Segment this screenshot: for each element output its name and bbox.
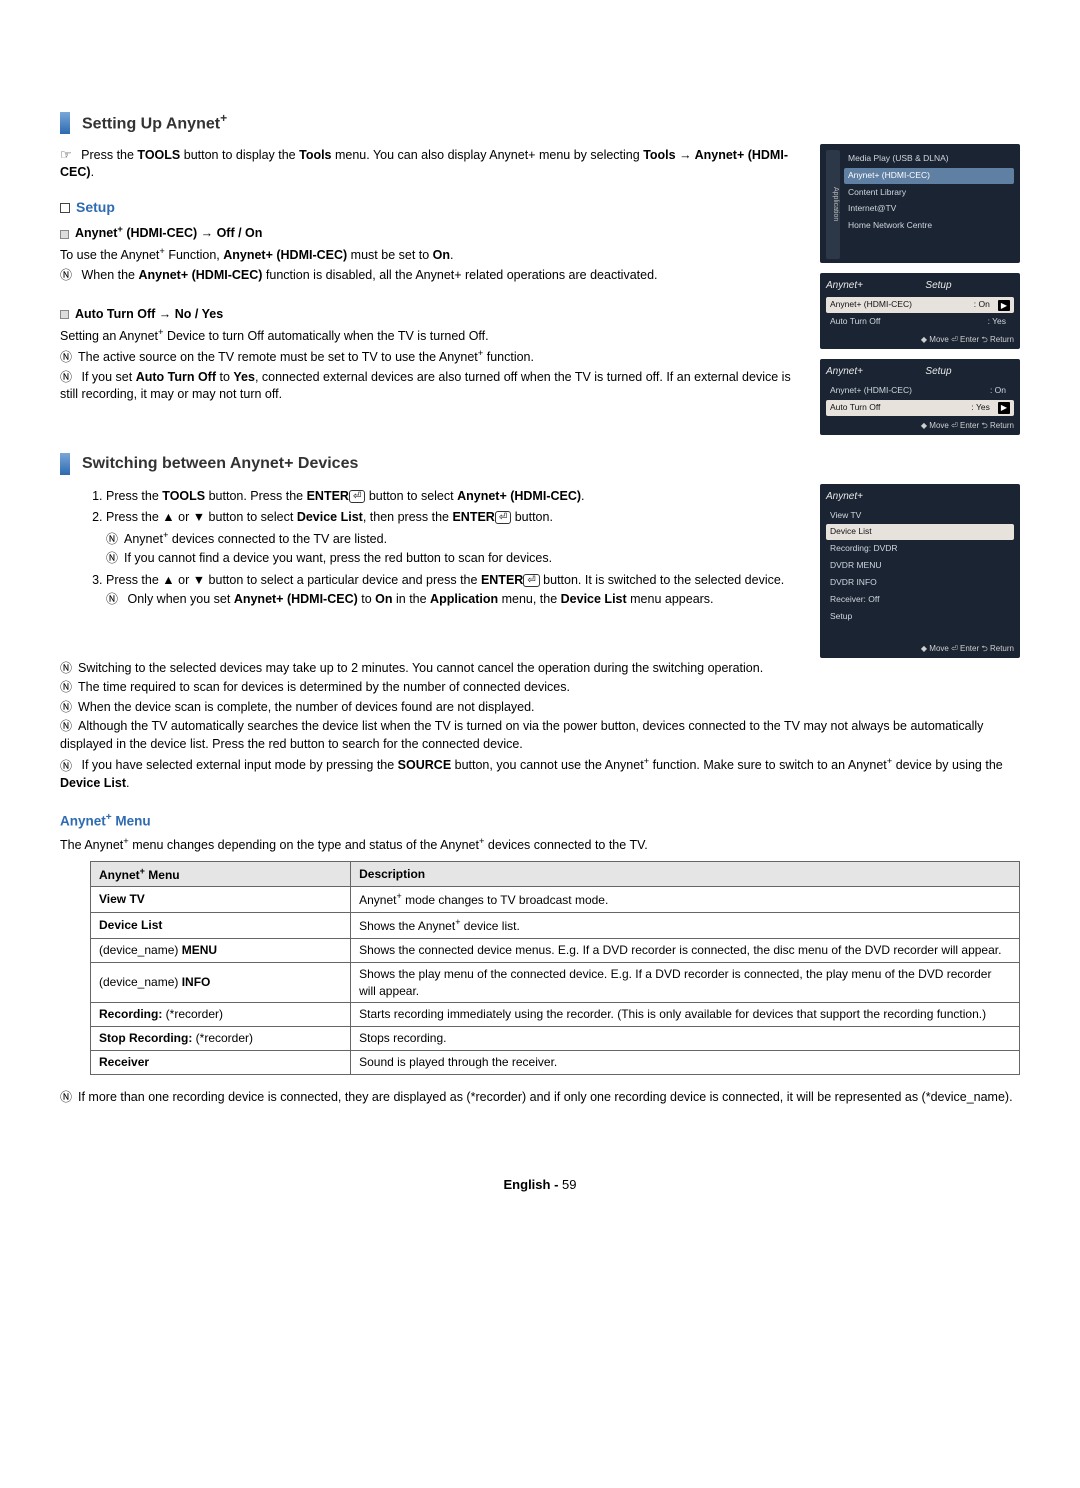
opt2-note1: The active source on the TV remote must … — [60, 347, 808, 367]
table-row: View TVAnynet+ mode changes to TV broadc… — [91, 887, 1020, 913]
opt2-note2: If you set Auto Turn Off to Yes, connect… — [60, 369, 808, 404]
opt2-desc: Setting an Anynet+ Device to turn Off au… — [60, 326, 808, 346]
osd-item: DVDR MENU — [826, 558, 1014, 574]
opt1-desc: To use the Anynet+ Function, Anynet+ (HD… — [60, 245, 808, 265]
heading-bar-icon — [60, 453, 70, 475]
anynet-menu-intro: The Anynet+ menu changes depending on th… — [60, 835, 1020, 855]
osd-row-sel: Anynet+ (HDMI-CEC): On▶ — [826, 297, 1014, 313]
osd-footer: ◆ Move ⏎ Enter ⮌ Return — [826, 331, 1014, 345]
section-heading-setting-up: Setting Up Anynet+ — [60, 110, 1020, 136]
note-auto-search: Although the TV automatically searches t… — [60, 718, 1020, 753]
osd-item: DVDR INFO — [826, 575, 1014, 591]
osd-setup-menu-2: Anynet+Setup Anynet+ (HDMI-CEC): On Auto… — [820, 359, 1020, 435]
step-2: Press the ▲ or ▼ button to select Device… — [106, 509, 808, 568]
osd-item: Recording: DVDR — [826, 541, 1014, 557]
note-scan-count: When the device scan is complete, the nu… — [60, 699, 1020, 717]
setup-subheading: Setup — [60, 198, 808, 218]
square-bullet-icon — [60, 310, 69, 319]
osd-brand: Anynet+ — [826, 490, 1014, 504]
enter-icon: ⏎ — [349, 490, 365, 503]
table-row: Recording: (*recorder)Starts recording i… — [91, 1003, 1020, 1027]
table-row: (device_name) INFOShows the play menu of… — [91, 962, 1020, 1003]
table-header: Anynet+ Menu Description — [91, 861, 1020, 887]
note-switch-time: Switching to the selected devices may ta… — [60, 660, 1020, 678]
heading-bar-icon — [60, 112, 70, 134]
th-desc: Description — [351, 861, 1020, 887]
note-source: If you have selected external input mode… — [60, 755, 1020, 792]
osd-application-menu: Application Media Play (USB & DLNA) Anyn… — [820, 144, 1020, 263]
osd-item: Home Network Centre — [844, 218, 1014, 234]
osd-item: View TV — [826, 508, 1014, 524]
table-row: Stop Recording: (*recorder)Stops recordi… — [91, 1027, 1020, 1051]
step-1: Press the TOOLS button. Press the ENTER⏎… — [106, 488, 808, 506]
opt2-label: Auto Turn Off → No / Yes — [60, 306, 808, 324]
opt1-note: When the Anynet+ (HDMI-CEC) function is … — [60, 267, 808, 285]
intro-line: Press the TOOLS button to display the To… — [60, 146, 808, 182]
osd-title: Anynet+Setup — [826, 279, 1014, 293]
table-row: ReceiverSound is played through the rece… — [91, 1051, 1020, 1075]
anynet-menu-table: Anynet+ Menu Description View TVAnynet+ … — [90, 861, 1020, 1075]
step2-note1: Anynet+ devices connected to the TV are … — [106, 529, 808, 549]
osd-device-list: Anynet+ View TV Device List Recording: D… — [820, 484, 1020, 658]
osd-setup-menu-1: Anynet+Setup Anynet+ (HDMI-CEC): On▶ Aut… — [820, 273, 1020, 349]
heading-text: Switching between Anynet+ Devices — [82, 453, 358, 475]
enter-icon: ⏎ — [495, 511, 511, 524]
table-row: (device_name) MENUShows the connected de… — [91, 939, 1020, 963]
opt1-label: Anynet+ (HDMI-CEC) → Off / On — [60, 223, 808, 243]
osd-item-sel: Device List — [826, 524, 1014, 540]
osd-item: Receiver: Off — [826, 592, 1014, 608]
right-arrow-icon: ▶ — [998, 402, 1010, 413]
osd-row: Auto Turn Off: Yes — [826, 314, 1014, 330]
step-3: Press the ▲ or ▼ button to select a part… — [106, 572, 808, 609]
enter-icon: ⏎ — [523, 574, 539, 587]
anynet-menu-heading: Anynet+ Menu — [60, 811, 1020, 831]
checkbox-icon — [60, 203, 70, 213]
osd-item: Media Play (USB & DLNA) — [844, 151, 1014, 167]
page-footer: English - 59 — [60, 1176, 1020, 1194]
table-row: Device ListShows the Anynet+ device list… — [91, 913, 1020, 939]
note-scan-time: The time required to scan for devices is… — [60, 679, 1020, 697]
osd-row-sel: Auto Turn Off: Yes▶ — [826, 400, 1014, 416]
section-heading-switching: Switching between Anynet+ Devices — [60, 453, 1020, 475]
osd-item-hl: Anynet+ (HDMI-CEC) — [844, 168, 1014, 184]
osd-title: Anynet+Setup — [826, 365, 1014, 379]
osd-row: Anynet+ (HDMI-CEC): On — [826, 383, 1014, 399]
osd-item: Setup — [826, 609, 1014, 625]
square-bullet-icon — [60, 230, 69, 239]
osd-item: Internet@TV — [844, 201, 1014, 217]
right-arrow-icon: ▶ — [998, 300, 1010, 311]
osd-sidebar-label: Application — [826, 150, 840, 259]
osd-footer: ◆ Move ⏎ Enter ⮌ Return — [826, 417, 1014, 431]
osd-item: Content Library — [844, 185, 1014, 201]
step3-note: Only when you set Anynet+ (HDMI-CEC) to … — [106, 591, 808, 609]
step2-note2: If you cannot find a device you want, pr… — [106, 550, 808, 568]
th-menu: Anynet+ Menu — [91, 861, 351, 887]
table-footnote: If more than one recording device is con… — [60, 1089, 1020, 1107]
heading-text: Setting Up Anynet+ — [82, 110, 227, 136]
osd-footer: ◆ Move ⏎ Enter ⮌ Return — [826, 640, 1014, 654]
